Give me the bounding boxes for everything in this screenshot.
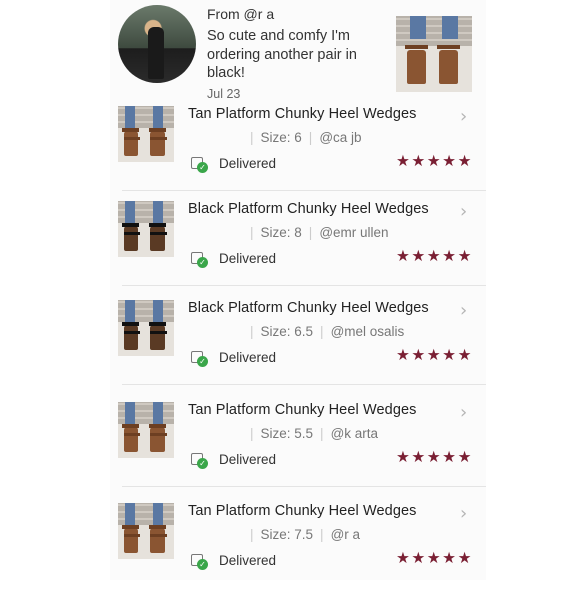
review-header[interactable]: From @r a So cute and comfy I'm ordering…	[0, 0, 580, 105]
order-meta: | Size: 7.5 | @r a	[250, 527, 361, 542]
chevron-right-icon[interactable]: ›	[460, 106, 467, 127]
review-product-image[interactable]	[396, 16, 472, 92]
order-size: Size: 5.5	[260, 426, 314, 441]
package-check-icon: ✓	[190, 349, 208, 367]
row-divider	[122, 285, 486, 286]
review-author[interactable]: From @r a	[207, 6, 274, 22]
product-image[interactable]	[118, 201, 174, 257]
review-date: Jul 23	[207, 87, 241, 101]
buyer-handle[interactable]: @mel osalis	[331, 324, 405, 339]
product-title[interactable]: Black Platform Chunky Heel Wedges	[188, 201, 429, 217]
order-size: Size: 8	[260, 225, 302, 240]
buyer-handle[interactable]: @emr ullen	[319, 225, 388, 240]
review-text: So cute and comfy I'm ordering another p…	[207, 28, 357, 81]
package-check-icon: ✓	[190, 250, 208, 268]
order-meta: | Size: 6.5 | @mel osalis	[250, 324, 405, 339]
package-check-icon: ✓	[190, 552, 208, 570]
product-image[interactable]	[118, 106, 174, 162]
row-divider	[122, 384, 486, 385]
rating-stars: ★★★★★	[396, 247, 473, 265]
chevron-right-icon[interactable]: ›	[460, 300, 467, 321]
buyer-handle[interactable]: @ca jb	[319, 130, 361, 145]
order-meta: | Size: 5.5 | @k arta	[250, 426, 379, 441]
order-row[interactable]: Tan Platform Chunky Heel Wedges | Size: 6…	[0, 106, 580, 206]
status-label: Delivered	[219, 251, 277, 266]
product-image[interactable]	[118, 402, 174, 458]
package-check-icon: ✓	[190, 451, 208, 469]
order-meta: | Size: 6 | @ca jb	[250, 130, 362, 145]
order-size: Size: 7.5	[260, 527, 314, 542]
status-label: Delivered	[219, 350, 277, 365]
status-label: Delivered	[219, 452, 277, 467]
rating-stars: ★★★★★	[396, 346, 473, 364]
status-label: Delivered	[219, 156, 277, 171]
order-row[interactable]: Black Platform Chunky Heel Wedges | Size:…	[0, 201, 580, 301]
chevron-right-icon[interactable]: ›	[460, 402, 467, 423]
rating-stars: ★★★★★	[396, 152, 473, 170]
order-row[interactable]: Tan Platform Chunky Heel Wedges | Size: 5…	[0, 402, 580, 502]
row-divider	[122, 190, 486, 191]
order-row[interactable]: Black Platform Chunky Heel Wedges | Size:…	[0, 300, 580, 400]
order-row[interactable]: Tan Platform Chunky Heel Wedges | Size: 7…	[0, 503, 580, 603]
row-divider	[122, 486, 486, 487]
avatar[interactable]	[118, 5, 196, 83]
product-title[interactable]: Tan Platform Chunky Heel Wedges	[188, 402, 417, 418]
buyer-handle[interactable]: @r a	[331, 527, 360, 542]
package-check-icon: ✓	[190, 155, 208, 173]
buyer-handle[interactable]: @k arta	[331, 426, 378, 441]
status-label: Delivered	[219, 553, 277, 568]
product-title[interactable]: Black Platform Chunky Heel Wedges	[188, 300, 429, 316]
rating-stars: ★★★★★	[396, 549, 473, 567]
order-size: Size: 6.5	[260, 324, 314, 339]
rating-stars: ★★★★★	[396, 448, 473, 466]
chevron-right-icon[interactable]: ›	[460, 201, 467, 222]
product-title[interactable]: Tan Platform Chunky Heel Wedges	[188, 106, 417, 122]
chevron-right-icon[interactable]: ›	[460, 503, 467, 524]
product-image[interactable]	[118, 300, 174, 356]
product-title[interactable]: Tan Platform Chunky Heel Wedges	[188, 503, 417, 519]
order-meta: | Size: 8 | @emr ullen	[250, 225, 389, 240]
product-image[interactable]	[118, 503, 174, 559]
order-size: Size: 6	[260, 130, 302, 145]
